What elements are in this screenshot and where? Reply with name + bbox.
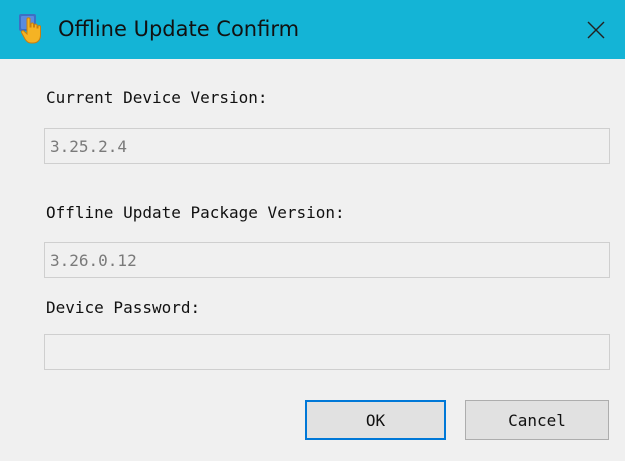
offline-update-dialog: Offline Update Confirm Current Device Ve… [0, 0, 625, 461]
window-title: Offline Update Confirm [58, 17, 300, 41]
current-version-label: Current Device Version: [46, 88, 268, 107]
cancel-button[interactable]: Cancel [465, 400, 609, 440]
package-version-field[interactable] [44, 242, 610, 278]
ok-button[interactable]: OK [305, 400, 446, 440]
title-bar[interactable]: Offline Update Confirm [0, 0, 625, 59]
device-password-label: Device Password: [46, 298, 201, 317]
device-password-field[interactable] [44, 334, 610, 370]
close-button[interactable] [567, 0, 625, 59]
current-version-field[interactable] [44, 128, 610, 164]
close-icon [587, 21, 605, 38]
package-version-label: Offline Update Package Version: [46, 203, 345, 222]
hand-pointer-icon [19, 14, 41, 44]
